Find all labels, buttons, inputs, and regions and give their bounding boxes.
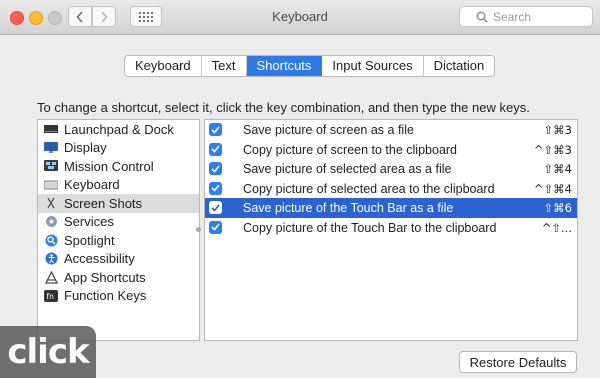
shortcut-key[interactable]: ^⇧⌘3 [534, 143, 572, 157]
category-label: Function Keys [64, 288, 147, 304]
shortcut-row[interactable]: Save picture of selected area as a file … [205, 159, 577, 179]
app-store-icon [44, 270, 58, 284]
shortcut-row[interactable]: Copy picture of selected area to the cli… [205, 179, 577, 199]
shortcut-checkbox[interactable] [209, 162, 222, 175]
accessibility-icon [44, 252, 58, 265]
instructions-text: To change a shortcut, select it, click t… [37, 100, 530, 115]
shortcut-key[interactable]: ⇧⌘4 [544, 162, 572, 176]
category-accessibility[interactable]: Accessibility [38, 250, 199, 269]
shortcut-checkbox[interactable] [209, 201, 222, 214]
shortcut-list: Save picture of screen as a file ⇧⌘3 Cop… [204, 119, 578, 341]
shortcut-key[interactable]: ^⇧⌘4 [534, 182, 572, 196]
mission-control-icon [44, 160, 58, 172]
search-icon [476, 11, 488, 23]
title-bar: Keyboard [0, 0, 600, 35]
search-input[interactable] [491, 8, 585, 25]
tab-shortcuts[interactable]: Shortcuts [246, 56, 323, 76]
launchpad-icon [44, 123, 58, 135]
shortcut-key[interactable]: ⇧⌘6 [544, 201, 572, 215]
watermark-logo: click [0, 326, 96, 378]
checkmark-icon [211, 184, 220, 192]
shortcut-label: Copy picture of selected area to the cli… [243, 181, 495, 196]
category-display[interactable]: Display [38, 139, 199, 158]
shortcut-label: Copy picture of the Touch Bar to the cli… [243, 220, 497, 235]
svg-text:fn: fn [47, 292, 55, 301]
category-label: App Shortcuts [64, 269, 146, 285]
tab-text[interactable]: Text [201, 56, 247, 76]
shortcut-label: Save picture of the Touch Bar as a file [243, 201, 454, 215]
category-label: Accessibility [64, 251, 135, 267]
category-function-keys[interactable]: fn Function Keys [38, 287, 199, 306]
category-launchpad-dock[interactable]: Launchpad & Dock [38, 120, 199, 139]
restore-defaults-button[interactable]: Restore Defaults [459, 351, 577, 373]
checkmark-icon [211, 125, 220, 134]
category-label: Launchpad & Dock [64, 121, 174, 137]
category-spotlight[interactable]: Spotlight [38, 231, 199, 250]
tab-bar: Keyboard Text Shortcuts Input Sources Di… [124, 55, 496, 77]
shortcut-key[interactable]: ⇧⌘3 [544, 123, 572, 137]
shortcut-checkbox[interactable] [209, 142, 222, 156]
category-mission-control[interactable]: Mission Control [38, 157, 199, 176]
checkmark-icon [211, 164, 220, 173]
checkmark-icon [211, 223, 220, 231]
category-screen-shots[interactable]: Screen Shots [38, 194, 199, 213]
category-label: Mission Control [64, 158, 154, 174]
shortcut-row[interactable]: Save picture of screen as a file ⇧⌘3 [205, 120, 577, 140]
shortcut-label: Save picture of screen as a file [243, 123, 414, 137]
gear-icon [44, 216, 58, 228]
pane-splitter[interactable] [196, 227, 201, 232]
category-services[interactable]: Services [38, 213, 199, 232]
shortcut-key[interactable]: ^⇧... [542, 221, 572, 235]
shortcut-label: Copy picture of screen to the clipboard [243, 142, 458, 157]
category-list: Launchpad & Dock Display Mission Control… [37, 119, 200, 341]
shortcut-checkbox[interactable] [209, 181, 222, 195]
category-app-shortcuts[interactable]: App Shortcuts [38, 268, 199, 287]
tab-keyboard[interactable]: Keyboard [125, 56, 202, 76]
category-label: Display [64, 140, 107, 156]
shortcut-checkbox[interactable] [209, 123, 222, 136]
watermark-text: click [7, 332, 89, 372]
shortcut-checkbox[interactable] [209, 220, 222, 234]
fn-key-icon: fn [44, 289, 58, 302]
category-keyboard[interactable]: Keyboard [38, 176, 199, 195]
category-label: Spotlight [64, 232, 115, 248]
checkmark-icon [211, 145, 220, 153]
keyboard-icon [44, 179, 58, 191]
tab-dictation[interactable]: Dictation [423, 56, 495, 76]
shortcut-row-selected[interactable]: Save picture of the Touch Bar as a file … [205, 198, 577, 218]
category-label: Services [64, 214, 114, 230]
screenshot-icon [44, 197, 58, 209]
category-label: Screen Shots [64, 195, 143, 211]
checkmark-icon [211, 203, 220, 212]
display-icon [44, 141, 58, 154]
search-field[interactable] [459, 6, 593, 27]
shortcut-row[interactable]: Copy picture of screen to the clipboard … [205, 140, 577, 160]
spotlight-icon [44, 234, 58, 247]
tab-input-sources[interactable]: Input Sources [322, 56, 424, 76]
shortcut-label: Save picture of selected area as a file [243, 162, 452, 176]
category-label: Keyboard [64, 177, 120, 193]
shortcut-row[interactable]: Copy picture of the Touch Bar to the cli… [205, 218, 577, 238]
